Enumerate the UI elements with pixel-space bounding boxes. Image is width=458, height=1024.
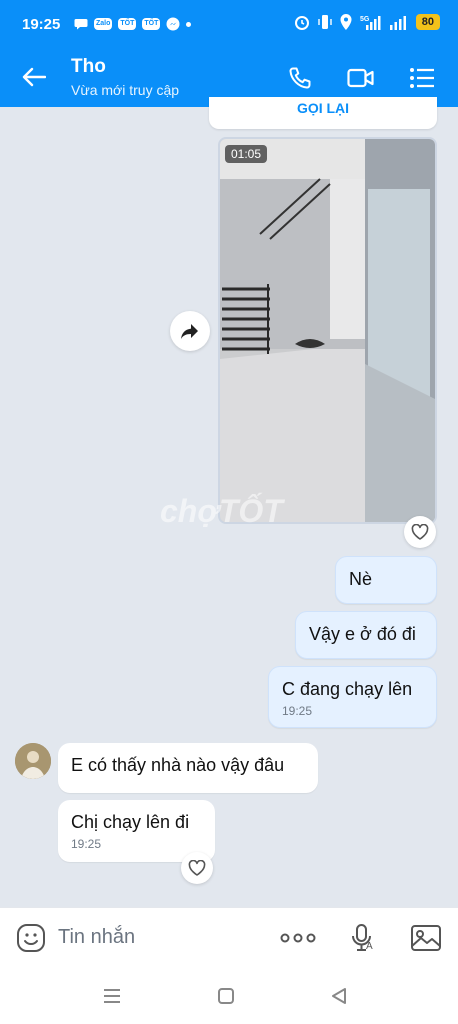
message-bubble-sent[interactable]: Vậy e ở đó đi <box>295 611 437 659</box>
call-back-label: GỌI LẠI <box>296 100 350 116</box>
message-text: E có thấy nhà nào vậy đâu <box>71 755 285 775</box>
recent-apps-button[interactable] <box>102 987 122 1010</box>
voice-button[interactable]: A <box>351 923 377 958</box>
notification-icons: Zalo TỐT TỐT <box>74 17 192 31</box>
message-input[interactable]: Tin nhắn <box>58 926 135 949</box>
nav-back-icon <box>332 988 346 1004</box>
message-time: 19:25 <box>71 837 102 851</box>
message-text: Chị chạy lên đi <box>71 812 190 832</box>
system-navigation-bar <box>0 969 458 1024</box>
system-back-button[interactable] <box>330 987 348 1010</box>
image-picker-button[interactable] <box>410 924 442 957</box>
back-button[interactable] <box>22 62 62 92</box>
watermark-logo: chợTỐT <box>160 493 283 529</box>
messenger-icon <box>166 17 180 31</box>
video-call-button[interactable] <box>345 62 377 94</box>
more-dots-icon <box>280 933 316 943</box>
contact-name[interactable]: Tho <box>71 56 106 78</box>
phone-icon <box>289 67 311 89</box>
message-bubble-sent[interactable]: Nè <box>335 556 437 604</box>
video-thumbnail <box>220 139 435 522</box>
battery-indicator: 80 <box>415 14 440 30</box>
status-bar: 19:25 Zalo TỐT TỐT 5G 80 <box>0 0 458 52</box>
call-button[interactable] <box>284 62 316 94</box>
location-icon <box>340 14 352 30</box>
sticker-icon <box>17 924 45 952</box>
tot-badge-icon: TỐT <box>118 18 137 30</box>
message-bubble-received[interactable]: E có thấy nhà nào vậy đâu <box>58 743 318 793</box>
signal-icon <box>389 16 406 30</box>
svg-text:5G: 5G <box>360 16 370 23</box>
avatar-image <box>15 743 51 779</box>
message-bubble-sent[interactable]: C đang chạy lên 19:25 <box>268 666 437 728</box>
vibrate-icon <box>318 15 332 29</box>
message-time: 19:25 <box>282 704 313 718</box>
zalo-badge-icon: Zalo <box>94 18 113 30</box>
alarm-icon <box>294 16 309 30</box>
message-text: C đang chạy lên <box>282 679 413 699</box>
video-camera-icon <box>347 68 374 88</box>
microphone-icon: A <box>352 924 373 952</box>
call-back-bubble[interactable]: GỌI LẠI <box>209 97 437 129</box>
message-text: Vậy e ở đó đi <box>309 624 416 644</box>
video-reaction-button[interactable] <box>404 516 436 548</box>
chat-notification-icon <box>74 19 88 30</box>
image-icon <box>411 925 441 951</box>
home-button[interactable] <box>217 987 235 1010</box>
video-duration: 01:05 <box>225 145 268 163</box>
more-options-button[interactable] <box>280 928 316 953</box>
video-message[interactable] <box>218 137 437 524</box>
message-text: Nè <box>349 569 373 589</box>
svg-text:A: A <box>366 941 373 952</box>
nav-menu-icon <box>104 989 120 1003</box>
heart-icon <box>411 524 429 540</box>
tot-badge-icon-2: TỐT <box>142 18 161 30</box>
share-forward-icon <box>181 324 198 339</box>
back-arrow-icon <box>22 67 46 87</box>
menu-list-icon <box>410 68 434 88</box>
contact-avatar[interactable] <box>15 743 51 779</box>
chat-options-button[interactable] <box>406 62 438 94</box>
message-composer: Tin nhắn A <box>0 907 458 970</box>
sticker-button[interactable] <box>16 923 46 958</box>
heart-icon <box>188 860 206 876</box>
more-notifications-dot-icon <box>186 21 192 27</box>
message-reaction-button[interactable] <box>181 852 213 884</box>
forward-button[interactable] <box>170 311 210 351</box>
nav-home-icon <box>218 988 234 1004</box>
presence-status: Vừa mới truy cập <box>71 82 180 98</box>
status-time: 19:25 <box>22 16 61 33</box>
signal-5g-icon: 5G <box>360 16 381 30</box>
system-status-icons: 5G 80 <box>294 14 440 30</box>
